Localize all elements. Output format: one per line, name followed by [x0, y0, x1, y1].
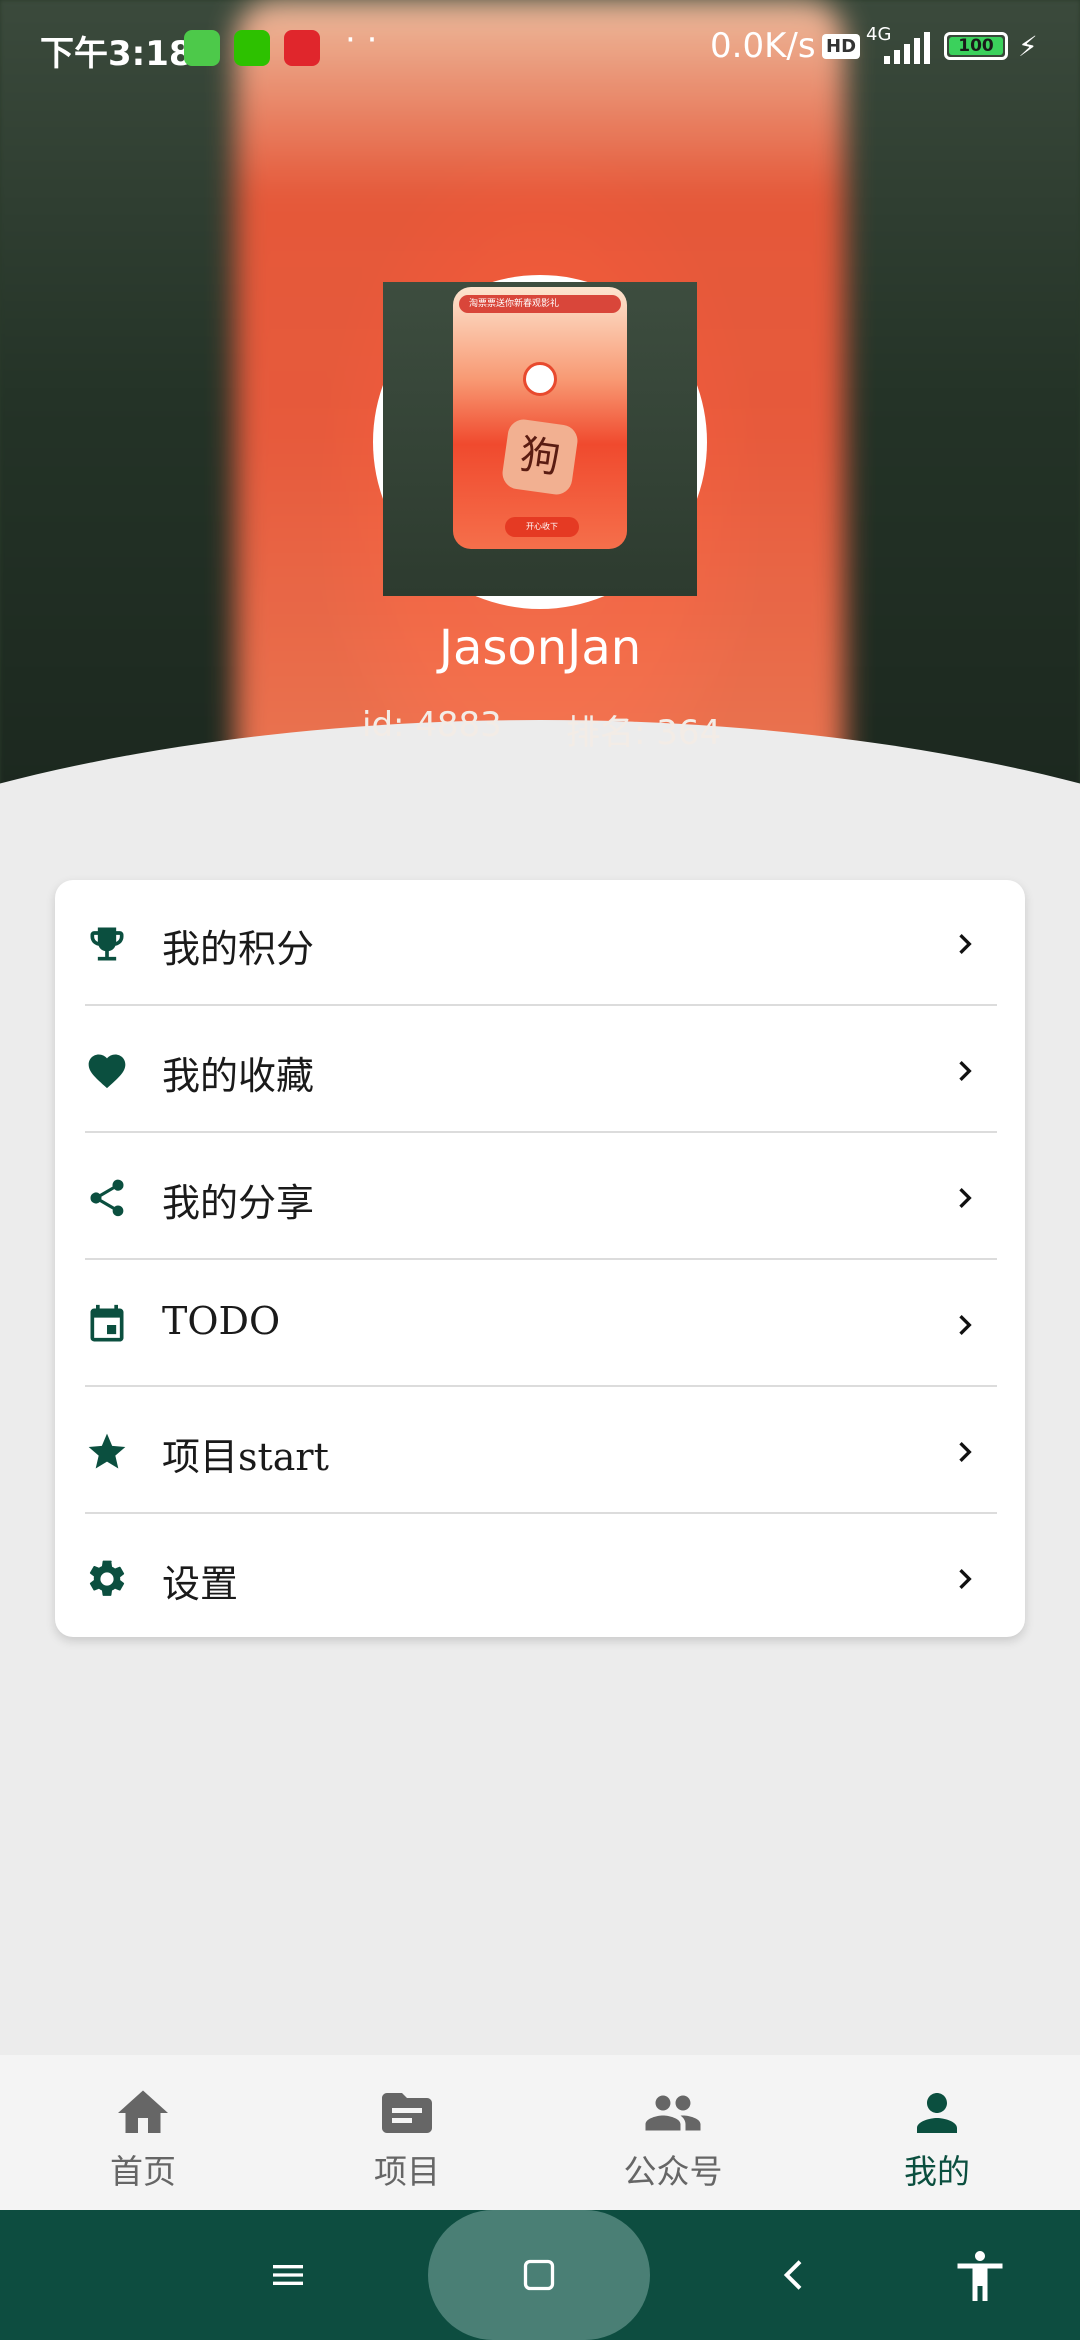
menu-item-label: 我的积分 — [162, 927, 315, 971]
user-id: id: 4883 — [362, 705, 502, 745]
network-speed: 0.0K/s — [710, 26, 816, 66]
tab-official-accounts[interactable]: 公众号 — [538, 2055, 808, 2210]
people-icon — [645, 2095, 701, 2131]
hd-icon: HD — [822, 34, 861, 59]
menu-item-favorites[interactable]: 我的收藏 — [55, 1007, 1025, 1133]
folder-icon — [382, 2093, 432, 2133]
avatar-stamp: 狗 — [500, 417, 580, 497]
avatar-button: 开心收下 — [505, 517, 579, 537]
battery-level: 100 — [949, 37, 1003, 55]
tab-projects[interactable]: 项目 — [272, 2055, 542, 2210]
menu-item-todo[interactable]: TODO — [55, 1261, 1025, 1387]
menu-item-project-start[interactable]: 项目start — [55, 1388, 1025, 1514]
back-icon[interactable] — [775, 2255, 815, 2295]
username: JasonJan — [438, 620, 642, 676]
chevron-right-icon — [959, 1569, 972, 1589]
divider — [85, 1385, 997, 1387]
chevron-right-icon — [959, 1061, 972, 1081]
star-icon — [88, 1433, 126, 1469]
menu-item-label: 设置 — [162, 1562, 239, 1606]
accessibility-icon[interactable] — [950, 2246, 1010, 2306]
divider — [85, 1131, 997, 1133]
more-notifications-icon: · · — [345, 20, 378, 60]
menu-item-label: 项目start — [162, 1435, 329, 1479]
menu-icon[interactable] — [268, 2255, 308, 2295]
system-navigation-bar — [0, 2210, 1080, 2340]
tab-home[interactable]: 首页 — [8, 2055, 278, 2210]
square-icon — [523, 2259, 555, 2291]
app-notification-icon — [184, 30, 220, 66]
menu-item-label: 我的分享 — [162, 1181, 315, 1225]
gear-icon — [89, 1560, 125, 1596]
chevron-right-icon — [959, 1188, 972, 1208]
heart-icon — [88, 1054, 126, 1089]
menu-item-points[interactable]: 我的积分 — [55, 880, 1025, 1006]
home-icon — [118, 2090, 168, 2133]
wechat-icon — [234, 30, 270, 66]
tab-label: 首页 — [110, 2152, 176, 2191]
home-button[interactable] — [428, 2210, 650, 2340]
bottom-navigation: 首页 项目 公众号 我的 — [0, 2055, 1080, 2210]
avatar[interactable]: 淘票票送你新春观影礼 狗 开心收下 — [383, 282, 697, 596]
chevron-right-icon — [959, 934, 972, 954]
signal-icon — [884, 32, 930, 64]
avatar-image: 淘票票送你新春观影礼 狗 开心收下 — [453, 287, 627, 549]
menu-item-shares[interactable]: 我的分享 — [55, 1134, 1025, 1260]
menu-card: 我的积分 我的收藏 我的分享 TODO 项目start 设置 — [55, 880, 1025, 1637]
status-bar: 下午3:18 · · 0.0K/s HD 4G 100 ⚡ — [0, 0, 1080, 96]
person-icon — [917, 2093, 957, 2133]
chevron-right-icon — [959, 1315, 972, 1335]
menu-item-settings[interactable]: 设置 — [55, 1515, 1025, 1641]
trophy-icon — [90, 927, 124, 961]
avatar-banner: 淘票票送你新春观影礼 — [459, 295, 621, 313]
status-time: 下午3:18 — [40, 34, 193, 74]
chevron-right-icon — [959, 1442, 972, 1462]
divider — [85, 1258, 997, 1260]
divider — [85, 1004, 997, 1006]
user-rank: 排名: 364 — [566, 713, 722, 753]
netease-music-icon — [284, 30, 320, 66]
divider — [85, 1512, 997, 1514]
calendar-icon — [90, 1304, 124, 1342]
tab-label: 项目 — [374, 2152, 440, 2191]
battery-icon: 100 — [944, 32, 1008, 60]
avatar-badge-icon — [523, 362, 557, 396]
tab-label: 公众号 — [623, 2152, 723, 2191]
menu-item-label: 我的收藏 — [162, 1054, 315, 1098]
menu-item-label: TODO — [162, 1299, 281, 1343]
tab-label: 我的 — [904, 2152, 970, 2191]
share-icon — [90, 1179, 124, 1217]
charging-icon: ⚡ — [1018, 30, 1038, 63]
tab-mine[interactable]: 我的 — [802, 2055, 1072, 2210]
